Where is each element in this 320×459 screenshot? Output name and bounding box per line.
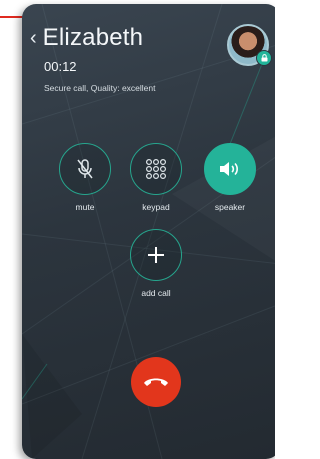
mute-label: mute xyxy=(75,202,95,212)
phone-screen: ‹ Elizabeth 00:12 Secure call, Quality: … xyxy=(22,4,275,459)
add-call-label: add call xyxy=(141,288,171,298)
contact-name: Elizabeth xyxy=(42,24,144,51)
end-call-button[interactable] xyxy=(131,357,181,407)
add-call-control: add call xyxy=(126,229,186,298)
mic-off-icon xyxy=(77,159,93,179)
plus-icon xyxy=(148,247,164,263)
speaker-button[interactable] xyxy=(204,143,256,195)
keypad-button[interactable] xyxy=(130,143,182,195)
hang-up-icon xyxy=(144,378,168,386)
add-call-button[interactable] xyxy=(130,229,182,281)
speaker-control: speaker xyxy=(200,143,260,212)
call-screen-page: ‹ Elizabeth 00:12 Secure call, Quality: … xyxy=(0,0,275,459)
back-chevron-icon[interactable]: ‹ xyxy=(30,28,37,48)
speaker-label: speaker xyxy=(214,202,246,212)
call-status-text: Secure call, Quality: excellent xyxy=(44,83,156,93)
speaker-icon xyxy=(220,162,238,176)
keypad-label: keypad xyxy=(142,202,170,212)
call-header: ‹ Elizabeth xyxy=(30,24,143,52)
mute-button[interactable] xyxy=(59,143,111,195)
keypad-icon xyxy=(145,158,167,180)
keypad-control: keypad xyxy=(126,143,186,212)
lock-badge-icon xyxy=(256,50,272,66)
mute-control: mute xyxy=(55,143,115,212)
call-timer: 00:12 xyxy=(44,59,77,74)
avatar xyxy=(227,24,272,66)
